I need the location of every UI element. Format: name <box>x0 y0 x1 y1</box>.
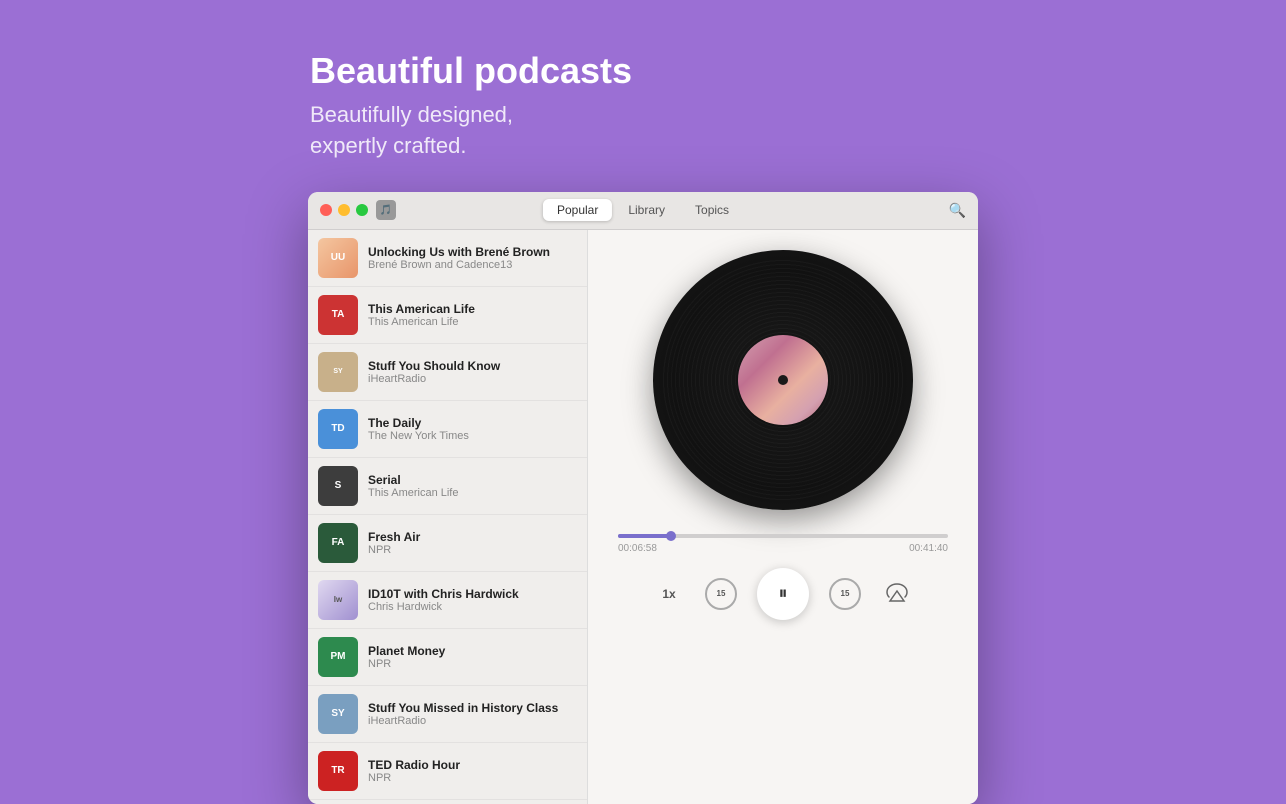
podcast-info-9: Stuff You Missed in History Class iHeart… <box>368 701 577 727</box>
progress-fill <box>618 534 671 538</box>
time-total: 00:41:40 <box>909 543 948 554</box>
tab-topics[interactable]: Topics <box>681 199 743 221</box>
podcast-info-5: Serial This American Life <box>368 473 577 499</box>
podcast-name-8: Planet Money <box>368 644 577 658</box>
traffic-lights <box>320 204 368 216</box>
podcast-artwork-9: SY <box>318 694 358 734</box>
podcast-item-8[interactable]: PM Planet Money NPR <box>308 629 587 686</box>
tab-popular[interactable]: Popular <box>543 199 612 221</box>
podcast-artwork-5: S <box>318 466 358 506</box>
podcast-item-10[interactable]: TR TED Radio Hour NPR <box>308 743 587 800</box>
podcast-author-6: NPR <box>368 544 577 556</box>
podcast-author-10: NPR <box>368 772 577 784</box>
podcast-info-10: TED Radio Hour NPR <box>368 758 577 784</box>
vinyl-center-hole <box>778 375 788 385</box>
podcast-name-6: Fresh Air <box>368 530 577 544</box>
podcast-artwork-10: TR <box>318 751 358 791</box>
close-button[interactable] <box>320 204 332 216</box>
podcast-info-1: Unlocking Us with Brené Brown Brené Brow… <box>368 245 577 271</box>
progress-section: 00:06:58 00:41:40 <box>608 534 958 554</box>
podcast-name-9: Stuff You Missed in History Class <box>368 701 577 715</box>
podcast-author-2: This American Life <box>368 316 577 328</box>
podcast-item-2[interactable]: TA This American Life This American Life <box>308 287 587 344</box>
podcast-name-3: Stuff You Should Know <box>368 359 577 373</box>
podcast-name-7: ID10T with Chris Hardwick <box>368 587 577 601</box>
playback-controls: 1x 15 ⏸ 15 <box>653 568 913 620</box>
podcast-item-11[interactable]: FR Freakonomics Radio Freakonomics Radio <box>308 800 587 804</box>
title-bar: 🎵 Popular Library Topics 🔍 <box>308 192 978 230</box>
podcast-item-5[interactable]: S Serial This American Life <box>308 458 587 515</box>
play-pause-button[interactable]: ⏸ <box>757 568 809 620</box>
app-icon: 🎵 <box>376 200 396 220</box>
app-window: 🎵 Popular Library Topics 🔍 UU Unlocking … <box>308 192 978 804</box>
podcast-artwork-8: PM <box>318 637 358 677</box>
vinyl-label <box>738 335 828 425</box>
sub-title: Beautifully designed, expertly crafted. <box>310 100 1286 162</box>
podcast-artwork-6: FA <box>318 523 358 563</box>
podcast-item-4[interactable]: TD The Daily The New York Times <box>308 401 587 458</box>
podcast-author-3: iHeartRadio <box>368 373 577 385</box>
podcast-name-2: This American Life <box>368 302 577 316</box>
podcast-item-6[interactable]: FA Fresh Air NPR <box>308 515 587 572</box>
main-content: UU Unlocking Us with Brené Brown Brené B… <box>308 230 978 804</box>
podcast-artwork-1: UU <box>318 238 358 278</box>
podcast-info-3: Stuff You Should Know iHeartRadio <box>368 359 577 385</box>
time-labels: 00:06:58 00:41:40 <box>618 543 948 554</box>
podcast-list: UU Unlocking Us with Brené Brown Brené B… <box>308 230 588 804</box>
vinyl-record <box>653 250 913 510</box>
vinyl-container <box>653 250 913 510</box>
player-panel: 00:06:58 00:41:40 1x 15 ⏸ 15 <box>588 230 978 804</box>
podcast-author-4: The New York Times <box>368 430 577 442</box>
skip-forward-button[interactable]: 15 <box>829 578 861 610</box>
podcast-info-6: Fresh Air NPR <box>368 530 577 556</box>
podcast-name-10: TED Radio Hour <box>368 758 577 772</box>
headline-section: Beautiful podcasts Beautifully designed,… <box>0 50 1286 162</box>
podcast-name-5: Serial <box>368 473 577 487</box>
tab-bar: Popular Library Topics <box>543 199 743 221</box>
speed-button[interactable]: 1x <box>653 578 685 610</box>
podcast-info-4: The Daily The New York Times <box>368 416 577 442</box>
airplay-button[interactable] <box>881 578 913 610</box>
podcast-author-5: This American Life <box>368 487 577 499</box>
podcast-author-1: Brené Brown and Cadence13 <box>368 259 577 271</box>
podcast-item-9[interactable]: SY Stuff You Missed in History Class iHe… <box>308 686 587 743</box>
time-current: 00:06:58 <box>618 543 657 554</box>
search-icon[interactable]: 🔍 <box>949 202 966 219</box>
podcast-item-1[interactable]: UU Unlocking Us with Brené Brown Brené B… <box>308 230 587 287</box>
podcast-name-4: The Daily <box>368 416 577 430</box>
podcast-author-9: iHeartRadio <box>368 715 577 727</box>
podcast-artwork-4: TD <box>318 409 358 449</box>
podcast-item-7[interactable]: Iw ID10T with Chris Hardwick Chris Hardw… <box>308 572 587 629</box>
maximize-button[interactable] <box>356 204 368 216</box>
podcast-item-3[interactable]: SY Stuff You Should Know iHeartRadio <box>308 344 587 401</box>
progress-thumb <box>666 531 676 541</box>
podcast-artwork-3: SY <box>318 352 358 392</box>
podcast-info-2: This American Life This American Life <box>368 302 577 328</box>
podcast-name-1: Unlocking Us with Brené Brown <box>368 245 577 259</box>
podcast-author-7: Chris Hardwick <box>368 601 577 613</box>
progress-bar[interactable] <box>618 534 948 538</box>
main-title: Beautiful podcasts <box>310 50 1286 92</box>
podcast-author-8: NPR <box>368 658 577 670</box>
podcast-artwork-2: TA <box>318 295 358 335</box>
podcast-info-8: Planet Money NPR <box>368 644 577 670</box>
podcast-artwork-7: Iw <box>318 580 358 620</box>
podcast-info-7: ID10T with Chris Hardwick Chris Hardwick <box>368 587 577 613</box>
skip-back-button[interactable]: 15 <box>705 578 737 610</box>
minimize-button[interactable] <box>338 204 350 216</box>
tab-library[interactable]: Library <box>614 199 679 221</box>
